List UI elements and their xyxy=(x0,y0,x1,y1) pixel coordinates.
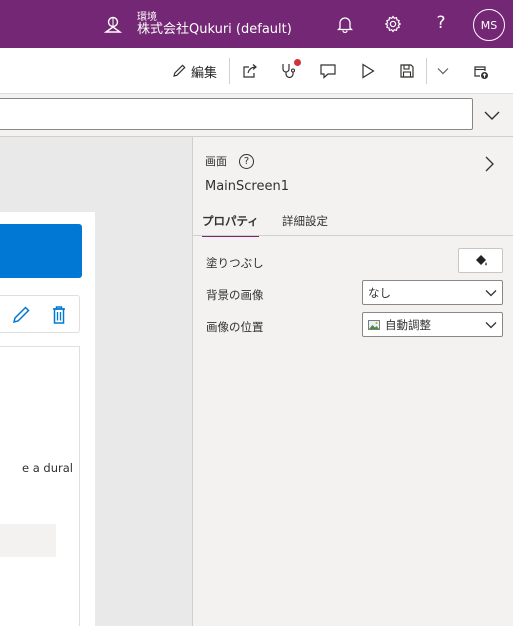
chevron-down-icon xyxy=(485,290,497,297)
item-action-bar xyxy=(0,295,80,333)
detail-card: e a dural xyxy=(0,346,80,626)
image-position-label: 画像の位置 xyxy=(206,320,264,334)
preview-button[interactable] xyxy=(358,61,378,81)
comment-icon xyxy=(320,64,336,79)
share-icon xyxy=(242,64,257,78)
canvas-area: e a dural xyxy=(0,136,192,626)
pencil-icon xyxy=(12,306,30,324)
save-options-button[interactable] xyxy=(434,61,452,81)
share-button[interactable] xyxy=(239,61,259,81)
environment-icon xyxy=(103,16,123,33)
edit-label: 編集 xyxy=(190,65,217,81)
environment-name: 株式会社Qukuri (default) xyxy=(137,22,292,38)
toolbar-divider xyxy=(426,58,427,84)
screen-header-bar[interactable] xyxy=(0,224,82,278)
bell-icon xyxy=(337,17,353,33)
publish-button[interactable] xyxy=(470,61,490,81)
edit-item-button[interactable] xyxy=(10,304,32,326)
fill-color-picker[interactable] xyxy=(458,248,503,273)
image-position-dropdown[interactable]: 自動調整 xyxy=(362,312,503,337)
background-image-value: なし xyxy=(368,285,391,300)
app-header: 環境 株式会社Qukuri (default) ? MS xyxy=(0,0,513,48)
edit-button[interactable]: 編集 xyxy=(165,61,223,81)
collapse-panel-button[interactable] xyxy=(482,154,498,174)
app-screen-preview[interactable]: e a dural xyxy=(0,212,95,626)
notifications-button[interactable] xyxy=(335,14,355,34)
chevron-down-icon xyxy=(437,68,449,75)
settings-button[interactable] xyxy=(383,14,403,34)
formula-bar xyxy=(0,94,513,136)
tab-properties[interactable]: プロパティ xyxy=(202,213,259,237)
chevron-down-icon xyxy=(485,322,497,329)
toolbar-divider xyxy=(229,58,230,84)
gear-icon xyxy=(384,15,402,33)
image-position-value: 自動調整 xyxy=(385,317,431,332)
help-icon[interactable]: ? xyxy=(239,153,254,169)
help-glyph: ? xyxy=(243,155,250,167)
properties-panel: 画面 ? MainScreen1 プロパティ 詳細設定 塗りつぶし 背景の画像 … xyxy=(192,136,513,626)
background-image-label: 背景の画像 xyxy=(206,288,264,302)
chevron-down-icon xyxy=(484,111,500,120)
play-icon xyxy=(362,63,375,79)
delete-icon xyxy=(53,306,65,324)
fill-label: 塗りつぶし xyxy=(206,256,264,270)
publish-icon xyxy=(473,65,488,79)
pencil-icon xyxy=(173,64,186,77)
background-image-dropdown[interactable]: なし xyxy=(362,280,503,305)
save-button[interactable] xyxy=(397,61,417,81)
app-checker-button[interactable] xyxy=(278,59,301,81)
help-button[interactable]: ? xyxy=(431,13,451,33)
control-type-label: 画面 xyxy=(205,155,227,168)
image-icon xyxy=(368,319,380,330)
tab-divider xyxy=(193,235,513,236)
comments-button[interactable] xyxy=(318,61,338,81)
control-type: 画面 ? xyxy=(205,153,254,169)
help-icon: ? xyxy=(436,13,446,33)
avatar[interactable]: MS xyxy=(473,9,505,41)
description-text: e a dural xyxy=(22,461,73,475)
save-icon xyxy=(400,64,414,78)
paint-bucket-icon xyxy=(475,254,487,265)
command-bar: 編集 xyxy=(0,48,513,94)
field-placeholder xyxy=(0,524,56,557)
formula-input[interactable] xyxy=(0,98,473,130)
formula-expand-button[interactable] xyxy=(481,104,503,126)
notification-dot xyxy=(294,59,301,66)
delete-item-button[interactable] xyxy=(48,304,70,326)
avatar-initials: MS xyxy=(480,18,498,32)
environment-picker[interactable]: 環境 株式会社Qukuri (default) xyxy=(103,8,292,42)
chevron-right-icon xyxy=(485,156,494,172)
tab-advanced[interactable]: 詳細設定 xyxy=(282,213,328,235)
screen-name: MainScreen1 xyxy=(205,179,289,194)
